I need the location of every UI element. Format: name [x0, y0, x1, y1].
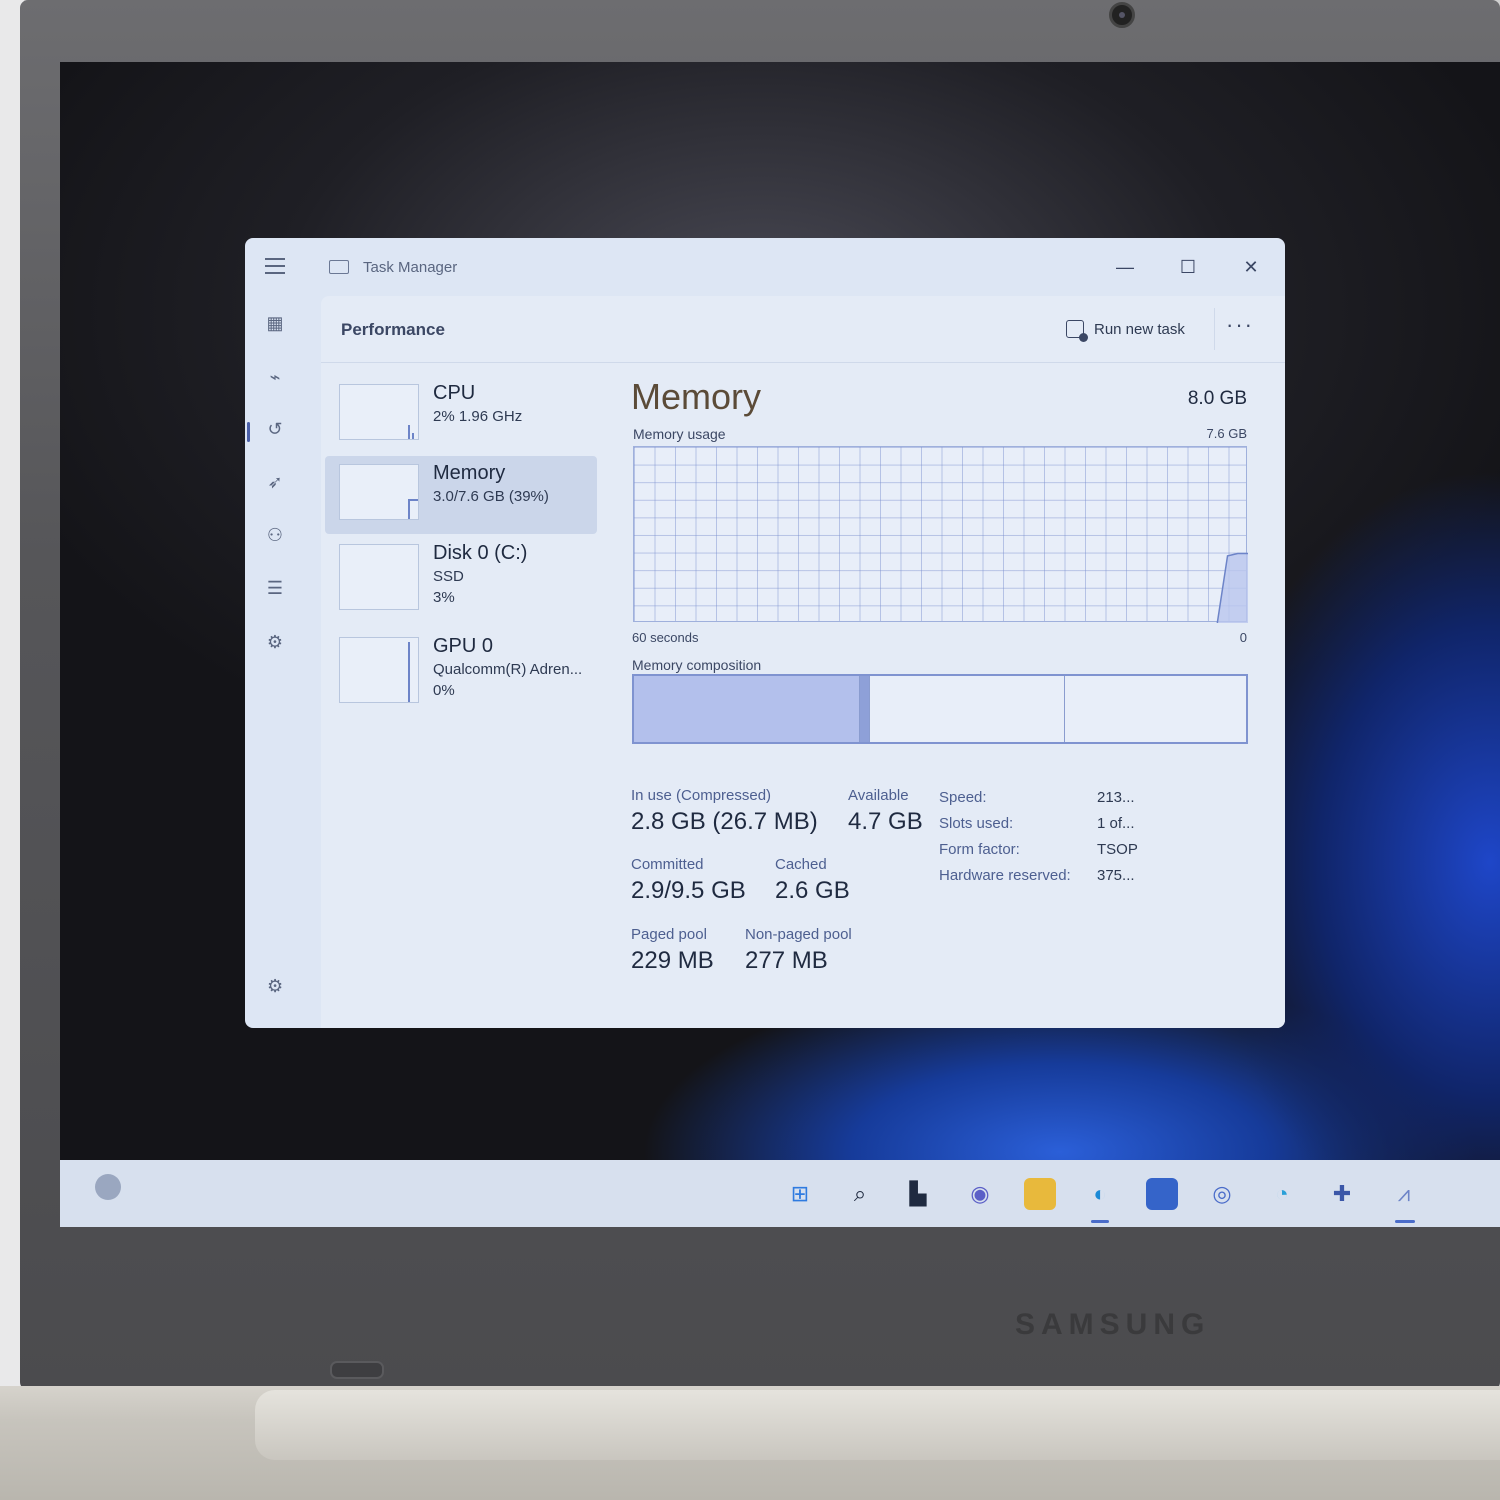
- non-paged-pool-label: Non-paged pool: [745, 926, 852, 943]
- minimize-button[interactable]: —: [1102, 250, 1148, 284]
- spec-label-speed: Speed:: [939, 789, 987, 806]
- users-icon[interactable]: ⚇: [264, 524, 286, 546]
- window-title: Task Manager: [363, 259, 458, 276]
- title-bar[interactable]: Task Manager — ☐ ✕: [245, 238, 1285, 296]
- spec-value-form-factor: TSOP: [1097, 841, 1138, 858]
- spec-label-slots: Slots used:: [939, 815, 1014, 832]
- resource-item-cpu[interactable]: CPU 2% 1.96 GHz: [325, 376, 597, 454]
- taskbar: ⊞ ⌕ ▙ ◉ ◐ ◎ ◔ ✚ ⩘: [60, 1160, 1500, 1227]
- spec-label-form-factor: Form factor:: [939, 841, 1020, 858]
- memory-thumbnail-graph: [339, 464, 419, 520]
- in-use-value: 2.8 GB (26.7 MB): [631, 808, 818, 835]
- resource-name: CPU: [433, 382, 476, 404]
- task-view-icon[interactable]: ▙: [902, 1178, 934, 1210]
- resource-detail: SSD: [433, 568, 464, 585]
- resource-detail: 0%: [433, 682, 455, 699]
- memory-detail-panel: Memory 8.0 GB Memory usage 7.6 GB 60 sec…: [631, 376, 1261, 1016]
- services-icon[interactable]: ⚙: [264, 631, 286, 653]
- spec-value-speed: 213...: [1097, 789, 1135, 806]
- edge-icon[interactable]: ◐: [1084, 1178, 1116, 1210]
- details-icon[interactable]: ☰: [264, 577, 286, 599]
- composition-modified: [860, 676, 870, 742]
- settings-icon[interactable]: ⚙: [267, 976, 283, 997]
- resource-item-gpu[interactable]: GPU 0 Qualcomm(R) Adren... 0%: [325, 629, 597, 707]
- run-task-icon: [1066, 320, 1088, 342]
- cached-value: 2.6 GB: [775, 877, 850, 904]
- laptop-hinge: [255, 1390, 1500, 1460]
- widgets-icon[interactable]: [95, 1174, 121, 1200]
- more-options-button[interactable]: ···: [1226, 312, 1254, 338]
- task-manager-icon[interactable]: ⩘: [1388, 1178, 1420, 1210]
- startup-apps-icon[interactable]: ➶: [264, 471, 286, 493]
- in-use-label: In use (Compressed): [631, 787, 772, 804]
- cached-label: Cached: [775, 856, 827, 873]
- navigation-rail: ▦ ⌁ ↺ ➶ ⚇ ☰ ⚙: [245, 296, 305, 1026]
- composition-in-use: [634, 676, 861, 742]
- search-icon[interactable]: ⌕: [844, 1178, 876, 1210]
- app-icon-3[interactable]: ✚: [1326, 1178, 1358, 1210]
- graph-x-right-label: 0: [1239, 630, 1247, 645]
- paged-pool-value: 229 MB: [631, 947, 714, 974]
- resource-name: GPU 0: [433, 635, 494, 657]
- maximize-button[interactable]: ☐: [1165, 250, 1211, 284]
- available-value: 4.7 GB: [848, 808, 923, 835]
- total-memory: 8.0 GB: [1187, 388, 1247, 409]
- memory-usage-graph: [633, 446, 1248, 623]
- brand-logo: SAMSUNG: [1015, 1308, 1211, 1341]
- memory-usage-plot: [1216, 552, 1248, 623]
- lid-notch: [330, 1361, 384, 1379]
- app-history-icon[interactable]: ↺: [264, 418, 286, 440]
- page-title: Performance: [341, 320, 445, 339]
- spec-value-slots: 1 of...: [1097, 815, 1135, 832]
- performance-page: Performance Run new task ··· CPU 2% 1.96…: [321, 296, 1285, 1028]
- resource-detail: 3%: [433, 589, 455, 606]
- resource-detail: Qualcomm(R) Adren...: [433, 661, 583, 678]
- webcam: [1109, 2, 1135, 28]
- usage-graph-max: 7.6 GB: [1206, 426, 1247, 441]
- committed-value: 2.9/9.5 GB: [631, 877, 746, 904]
- spec-label-hardware-reserved: Hardware reserved:: [939, 867, 1071, 884]
- resource-item-memory[interactable]: Memory 3.0/7.6 GB (39%): [325, 456, 597, 534]
- resource-name: Memory: [433, 462, 506, 484]
- running-indicator: [1091, 1220, 1109, 1223]
- available-label: Available: [848, 787, 909, 804]
- store-icon[interactable]: [1146, 1178, 1178, 1210]
- resource-detail: 2% 1.96 GHz: [433, 408, 523, 425]
- task-manager-window: Task Manager — ☐ ✕ ▦ ⌁ ↺ ➶ ⚇ ☰ ⚙ ⚙ Perfo…: [245, 238, 1285, 1028]
- composition-free: [1065, 676, 1246, 742]
- resource-item-disk[interactable]: Disk 0 (C:) SSD 3%: [325, 536, 597, 614]
- running-indicator: [1395, 1220, 1415, 1223]
- processes-icon[interactable]: ▦: [264, 312, 286, 334]
- header-divider: [1214, 308, 1215, 350]
- screen: Task Manager — ☐ ✕ ▦ ⌁ ↺ ➶ ⚇ ☰ ⚙ ⚙ Perfo…: [60, 62, 1500, 1227]
- task-manager-app-icon: [329, 260, 349, 274]
- file-explorer-icon[interactable]: [1024, 1178, 1056, 1210]
- composition-standby: [870, 676, 1066, 742]
- composition-label: Memory composition: [632, 657, 762, 673]
- start-icon[interactable]: ⊞: [784, 1178, 816, 1210]
- chat-icon[interactable]: ◉: [964, 1178, 996, 1210]
- gpu-thumbnail-graph: [339, 637, 419, 703]
- close-button[interactable]: ✕: [1228, 250, 1274, 284]
- detail-title: Memory: [631, 376, 762, 417]
- app-icon-2[interactable]: ◔: [1266, 1178, 1298, 1210]
- memory-composition-bar: [632, 674, 1248, 744]
- performance-icon[interactable]: ⌁: [264, 366, 286, 388]
- run-new-task-button[interactable]: Run new task: [1066, 316, 1185, 342]
- resource-name: Disk 0 (C:): [433, 542, 528, 564]
- spec-value-hardware-reserved: 375...: [1097, 867, 1135, 884]
- page-header: Performance Run new task ···: [321, 296, 1285, 363]
- app-icon-1[interactable]: ◎: [1206, 1178, 1238, 1210]
- run-new-task-label: Run new task: [1094, 320, 1185, 338]
- usage-graph-label: Memory usage: [633, 426, 726, 442]
- resource-detail: 3.0/7.6 GB (39%): [433, 488, 549, 505]
- cpu-thumbnail-graph: [339, 384, 419, 440]
- graph-x-left-label: 60 seconds: [632, 630, 699, 645]
- hamburger-icon[interactable]: [265, 258, 285, 274]
- paged-pool-label: Paged pool: [631, 926, 707, 943]
- non-paged-pool-value: 277 MB: [745, 947, 828, 974]
- disk-thumbnail-graph: [339, 544, 419, 610]
- committed-label: Committed: [631, 856, 704, 873]
- nav-selected-indicator: [247, 422, 250, 442]
